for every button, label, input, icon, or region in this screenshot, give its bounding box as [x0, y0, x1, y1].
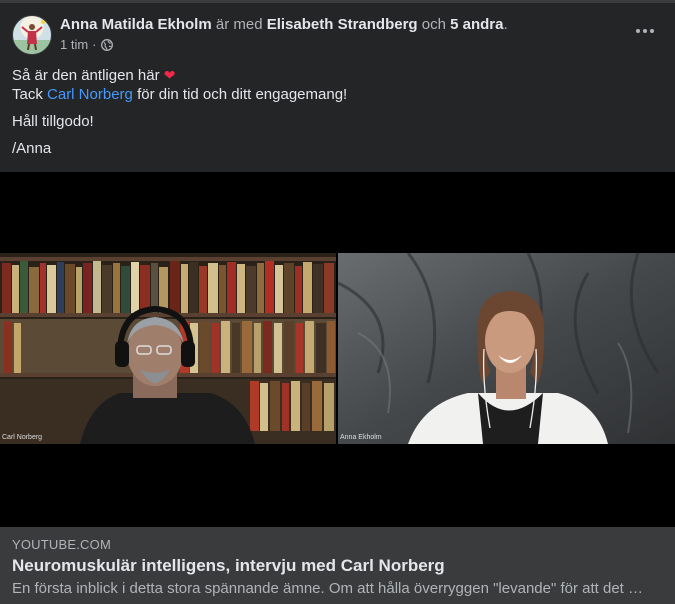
- participant-name-right: Anna Ekholm: [340, 434, 382, 441]
- post-line-4: /Anna: [12, 140, 52, 157]
- post-text: Så är den äntligen här ❤ Tack Carl Norbe…: [12, 66, 663, 166]
- heart-emoji: ❤: [163, 67, 176, 83]
- with-text: är med: [215, 16, 263, 33]
- carl-norberg-link[interactable]: Carl Norberg: [47, 86, 133, 103]
- participant-name-left: Carl Norberg: [2, 434, 43, 441]
- post-line-3: Håll tillgodo!: [12, 113, 94, 130]
- others-link[interactable]: 5 andra: [450, 16, 503, 33]
- video-player[interactable]: Carl Norberg Anna Ekholm: [0, 172, 675, 527]
- thanks-suffix: för din tid och ditt engagemang!: [137, 86, 348, 103]
- post-author-line: Anna Matilda Ekholm är med Elisabeth Str…: [60, 15, 508, 35]
- globe-icon[interactable]: [100, 39, 113, 51]
- post-meta: 1 tim ·: [60, 37, 113, 53]
- video-participant-left: Carl Norberg: [0, 253, 336, 444]
- video-participant-right: Anna Ekholm: [338, 253, 675, 444]
- tagged-person[interactable]: Elisabeth Strandberg: [267, 16, 418, 33]
- link-domain: YOUTUBE.COM: [12, 537, 111, 552]
- post-line-1-text: Så är den äntligen här: [12, 67, 160, 84]
- link-preview[interactable]: YOUTUBE.COM Neuromuskulär intelligens, i…: [0, 527, 675, 604]
- more-options-icon[interactable]: [631, 21, 659, 41]
- author-avatar[interactable]: [12, 15, 52, 55]
- author-name[interactable]: Anna Matilda Ekholm: [60, 16, 212, 33]
- and-text: och: [421, 16, 446, 33]
- link-title[interactable]: Neuromuskulär intelligens, intervju med …: [12, 556, 445, 576]
- post-header: Anna Matilda Ekholm är med Elisabeth Str…: [12, 15, 663, 59]
- feed-post: Anna Matilda Ekholm är med Elisabeth Str…: [0, 0, 675, 604]
- meta-separator: ·: [92, 37, 97, 52]
- link-description: En första inblick i detta stora spännand…: [12, 580, 643, 597]
- thanks-prefix: Tack: [12, 86, 43, 103]
- post-line-1: Så är den äntligen här ❤ Tack Carl Norbe…: [12, 66, 663, 104]
- period: .: [503, 16, 508, 33]
- post-time[interactable]: 1 tim: [60, 37, 88, 53]
